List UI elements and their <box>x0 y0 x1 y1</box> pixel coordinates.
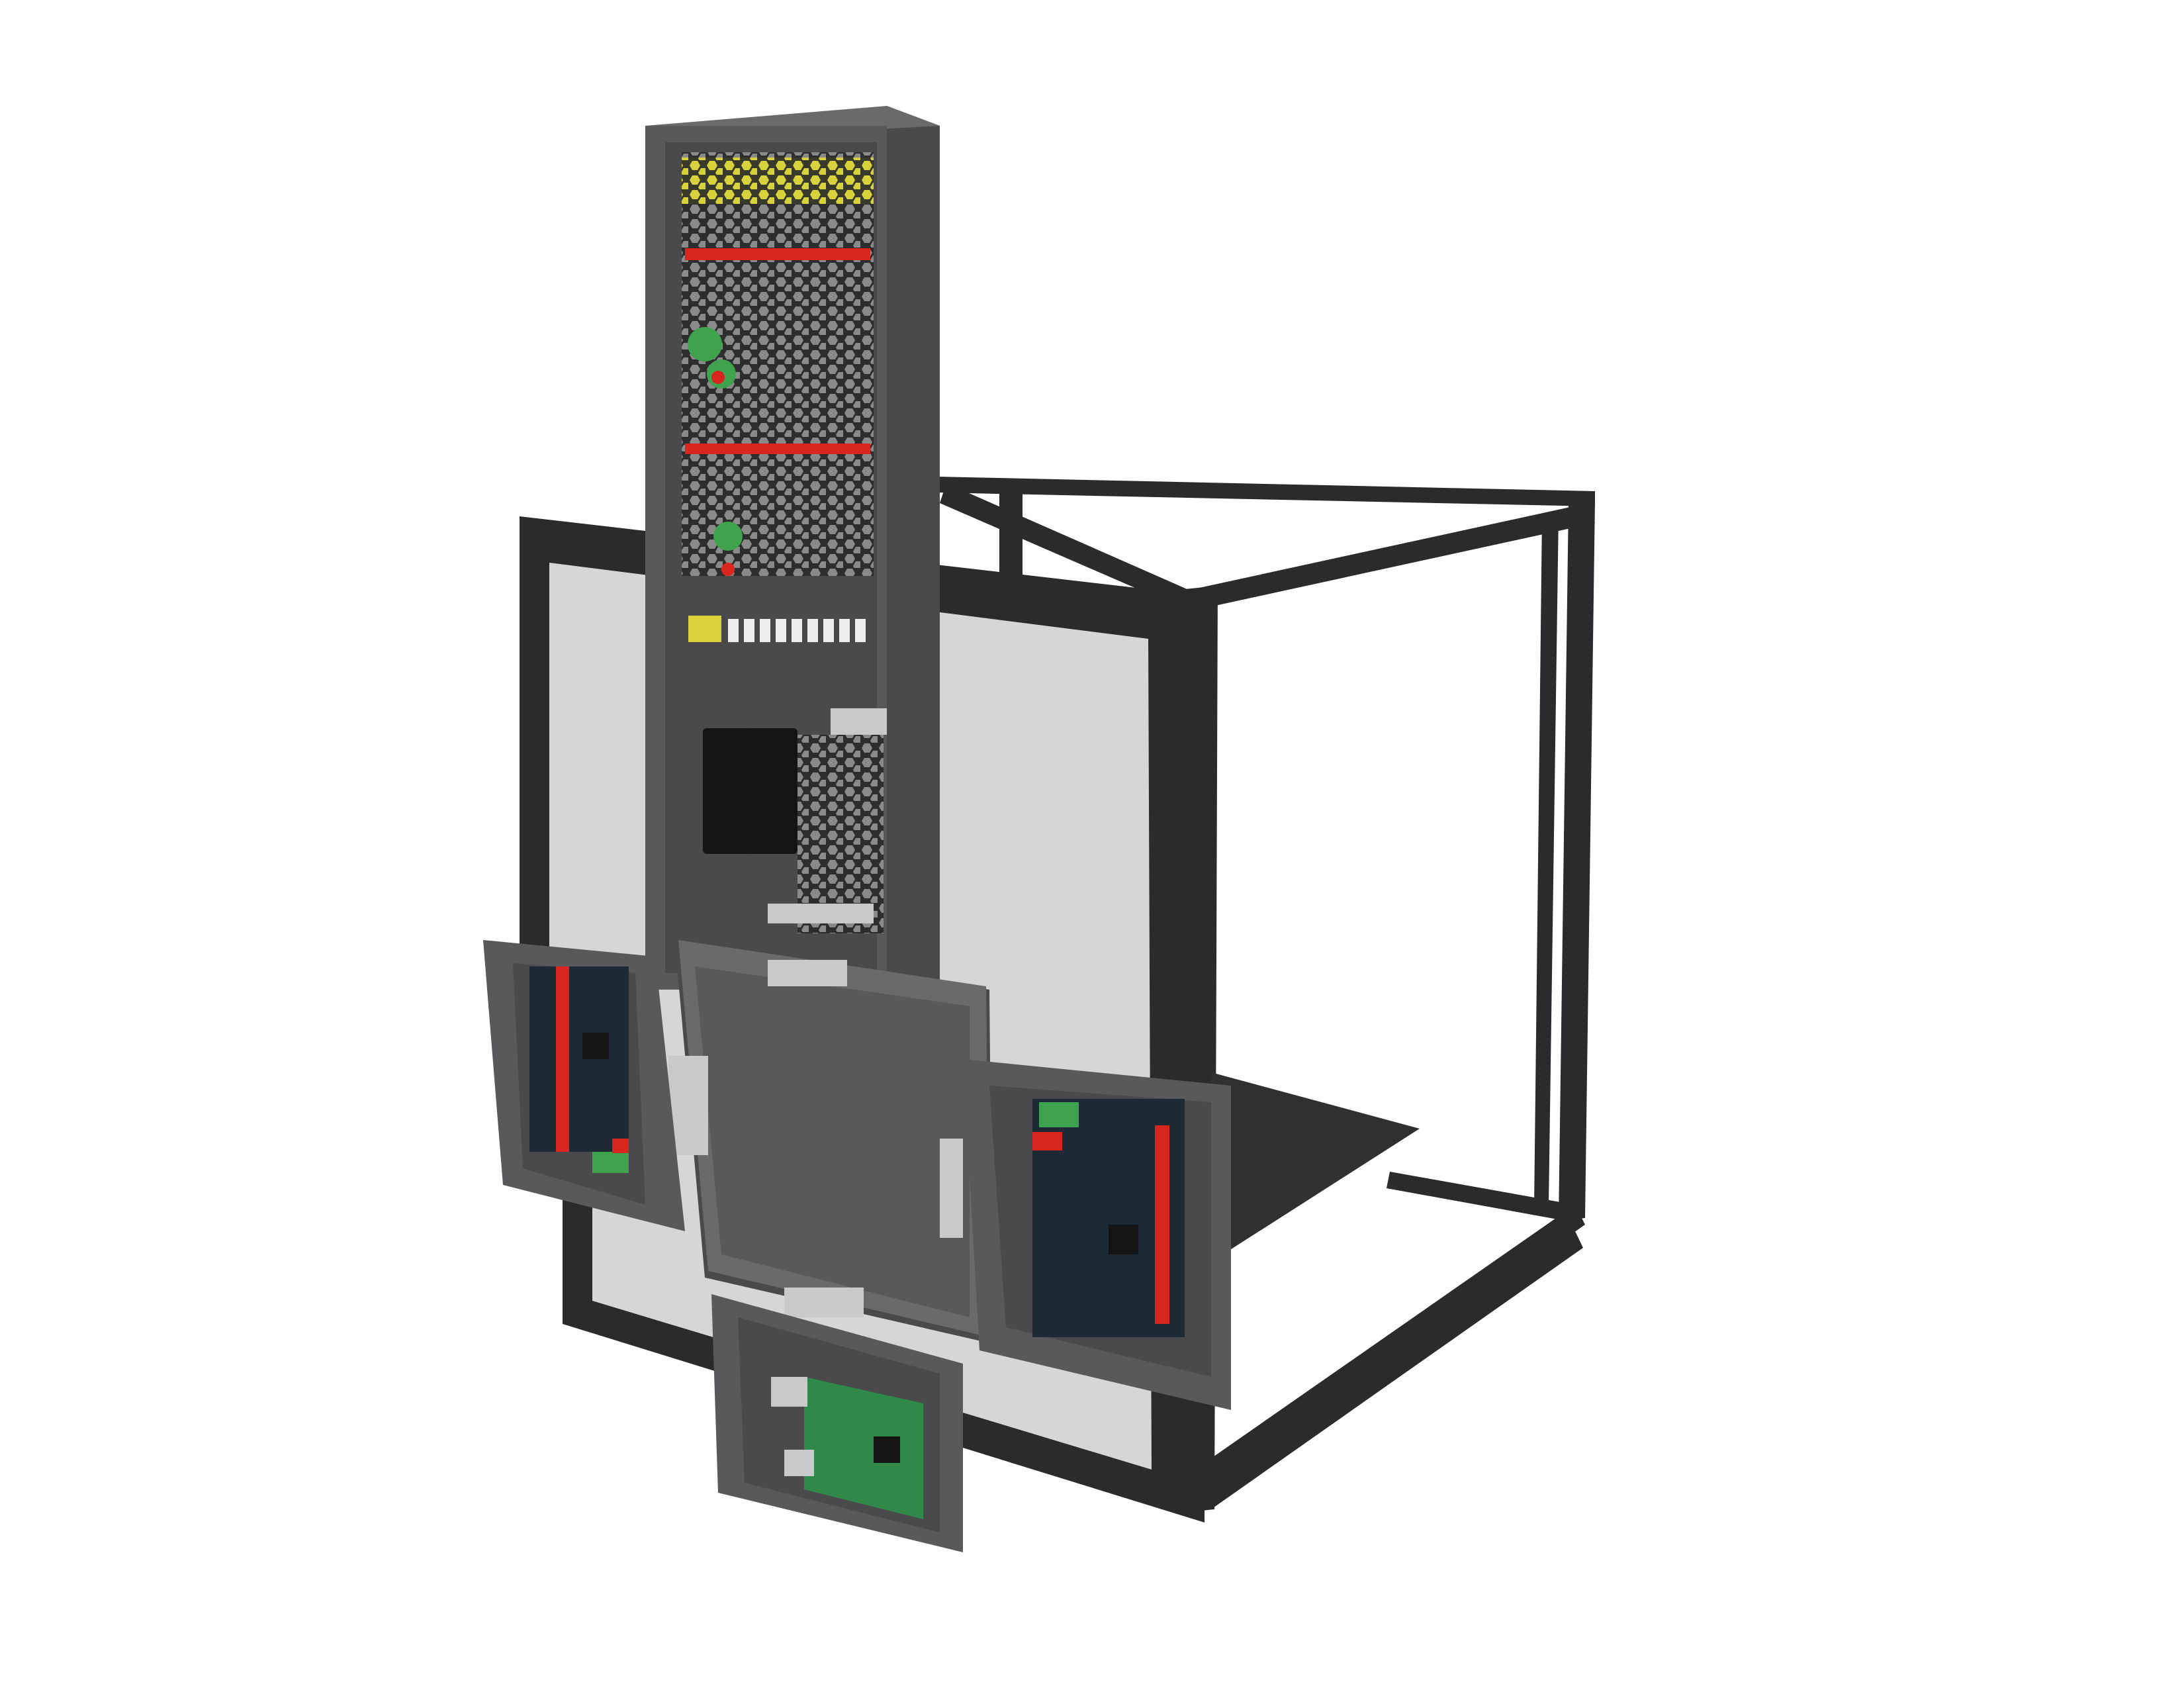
psu-terminal-block <box>855 619 866 642</box>
psu-terminal-block <box>792 619 802 642</box>
left-board-enclosure <box>483 940 685 1231</box>
frame-post-back-right-inner <box>1534 514 1559 1208</box>
psu-terminal-strip-2 <box>685 444 870 454</box>
frame-rail-right-bottom-2 <box>1205 1231 1583 1509</box>
psu-upper-mesh <box>682 152 874 576</box>
psu-enclosure <box>645 106 940 990</box>
small-psu-clip <box>768 904 874 923</box>
psu-enclosure-side <box>887 106 940 990</box>
psu-terminal-block <box>776 619 786 642</box>
frame-post-back-right <box>1559 500 1595 1221</box>
psu-red-component-2 <box>721 563 735 576</box>
psu-terminal-block <box>839 619 850 642</box>
pi-soc <box>874 1436 900 1463</box>
hinge-clip-right <box>940 1139 963 1238</box>
frame-rail-back-top <box>936 477 1595 506</box>
psu-terminal-strip-1 <box>685 248 870 260</box>
left-board-terminal-green <box>592 1152 629 1173</box>
left-driver-strip <box>556 966 569 1152</box>
hinge-clip-top <box>768 960 847 986</box>
psu-terminal-block <box>760 619 770 642</box>
frame-post-back-left <box>999 490 1023 576</box>
right-board-chip <box>1109 1225 1138 1254</box>
psu-terminal-block <box>807 619 818 642</box>
psu-terminal-block <box>744 619 754 642</box>
left-board-chip <box>582 1033 609 1059</box>
relay-module-1 <box>703 728 752 854</box>
right-board-terminal-red <box>1032 1132 1062 1150</box>
psu-terminal-block <box>823 619 834 642</box>
frame-rail-right-bottom <box>1205 1205 1585 1486</box>
psu-terminal-row <box>728 619 866 642</box>
frame-rail-right-top <box>1178 503 1595 612</box>
psu-upper-mesh-yellow <box>682 158 874 204</box>
left-board-pcb <box>529 966 629 1152</box>
hinge-clip-bottom <box>784 1288 864 1317</box>
pi-usb-port-2 <box>784 1450 814 1476</box>
relay-module-2 <box>748 728 797 854</box>
psu-green-capacitor-3 <box>713 522 743 551</box>
right-board-terminal-green <box>1039 1102 1079 1127</box>
left-board-terminal-red <box>612 1139 629 1153</box>
psu-yellow-terminal <box>688 616 721 642</box>
print-bed-plate <box>1211 1072 1420 1258</box>
small-psu-terminals <box>831 708 887 735</box>
psu-red-component-1 <box>711 371 725 384</box>
render-scene <box>483 106 1595 1552</box>
pi-usb-port-1 <box>771 1377 807 1407</box>
psu-terminal-block <box>728 619 739 642</box>
right-driver-strip <box>1155 1125 1169 1324</box>
psu-green-capacitor-1 <box>688 327 722 361</box>
